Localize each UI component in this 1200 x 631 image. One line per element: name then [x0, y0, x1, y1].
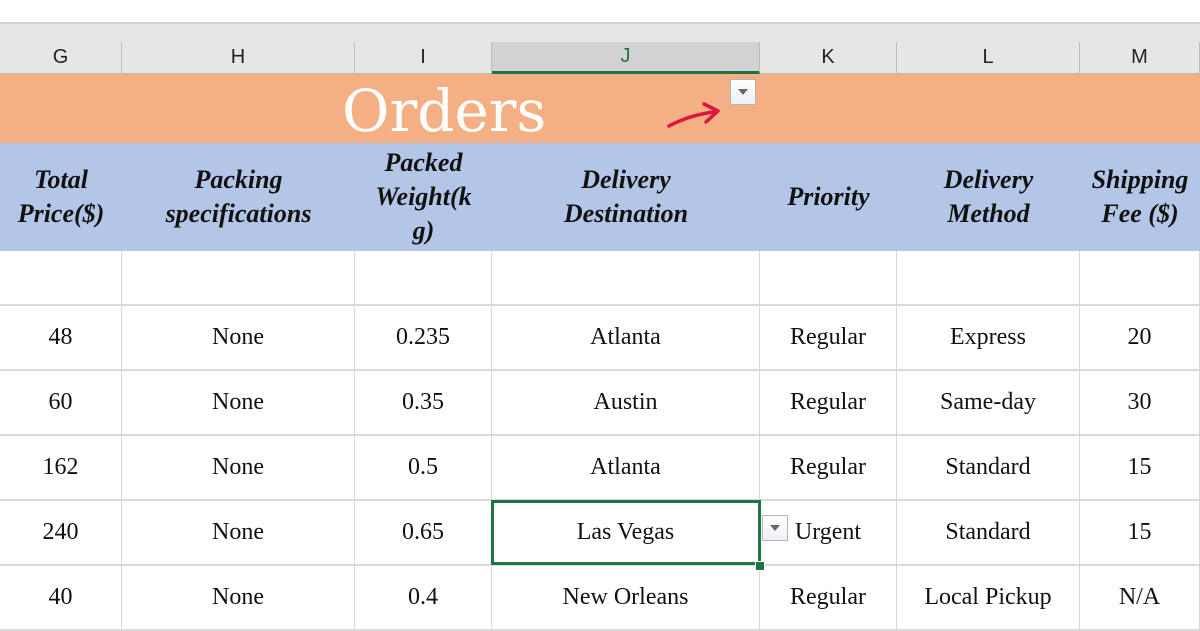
cell-shipping-fee[interactable]: 30	[1080, 371, 1200, 434]
cell-delivery-method[interactable]: Standard	[897, 501, 1080, 564]
column-header-l[interactable]: L	[897, 42, 1080, 74]
cell-shipping-fee[interactable]	[1080, 251, 1200, 304]
cell-total-price[interactable]: 48	[0, 306, 122, 369]
cell-delivery-destination[interactable]: Atlanta	[492, 306, 760, 369]
dropdown-arrow-icon	[770, 525, 780, 531]
cell-delivery-method[interactable]: Standard	[897, 436, 1080, 499]
cell-delivery-destination[interactable]: Austin	[492, 371, 760, 434]
cell-packed-weight[interactable]: 0.65	[355, 501, 492, 564]
cell-packing-specifications[interactable]: None	[122, 436, 355, 499]
table-row: 60 None 0.35 Austin Regular Same-day 30	[0, 371, 1200, 436]
header-total-price[interactable]: Total Price($)	[0, 143, 122, 251]
cell-delivery-destination[interactable]	[492, 251, 760, 304]
header-packed-weight[interactable]: Packed Weight(k g)	[355, 143, 492, 251]
cell-packing-specifications[interactable]	[122, 251, 355, 304]
title-row: Orders	[0, 74, 1200, 145]
table-row: 162 None 0.5 Atlanta Regular Standard 15	[0, 436, 1200, 501]
table-row: 40 None 0.4 New Orleans Regular Local Pickup N…	[0, 566, 1200, 631]
selected-cell[interactable]: Las Vegas	[491, 500, 761, 565]
cell-priority[interactable]: Regular	[760, 306, 897, 369]
cell-delivery-method[interactable]	[897, 251, 1080, 304]
filter-dropdown-button[interactable]	[730, 79, 756, 105]
cell-shipping-fee[interactable]: 20	[1080, 306, 1200, 369]
cell-total-price[interactable]: 60	[0, 371, 122, 434]
cell-total-price[interactable]	[0, 251, 122, 304]
header-shipping-fee[interactable]: Shipping Fee ($)	[1080, 143, 1200, 251]
cell-priority[interactable]: Regular	[760, 371, 897, 434]
table-row	[0, 251, 1200, 306]
cell-delivery-destination[interactable]: Atlanta	[492, 436, 760, 499]
table-row: 240 None 0.65 Las Vegas Urgent Standard 15	[0, 500, 1200, 571]
table-row: 48 None 0.235 Atlanta Regular Express 20	[0, 306, 1200, 371]
cell-packed-weight[interactable]: 0.235	[355, 306, 492, 369]
cell-packed-weight[interactable]	[355, 251, 492, 304]
column-header-m[interactable]: M	[1080, 42, 1200, 74]
cell-priority[interactable]: Regular	[760, 436, 897, 499]
column-header-i[interactable]: I	[355, 42, 492, 74]
column-header-g[interactable]: G	[0, 42, 122, 74]
cell-shipping-fee[interactable]: 15	[1080, 436, 1200, 499]
cell-priority[interactable]	[760, 251, 897, 304]
header-delivery-destination[interactable]: Delivery Destination	[492, 143, 760, 251]
header-packing-specifications[interactable]: Packing specifications	[122, 143, 355, 251]
dropdown-arrow-icon	[738, 89, 748, 95]
cell-delivery-method[interactable]: Same-day	[897, 371, 1080, 434]
fill-handle[interactable]	[755, 561, 765, 571]
header-priority[interactable]: Priority	[760, 143, 897, 251]
cell-packing-specifications[interactable]: None	[122, 501, 355, 564]
column-header-bar: GHIJKLM	[0, 22, 1200, 74]
header-delivery-method[interactable]: Delivery Method	[897, 143, 1080, 251]
cell-total-price[interactable]: 162	[0, 436, 122, 499]
cell-shipping-fee[interactable]: 15	[1080, 501, 1200, 564]
cell-dropdown-button[interactable]	[762, 515, 788, 541]
column-header-k[interactable]: K	[760, 42, 897, 74]
cell-packed-weight[interactable]: 0.35	[355, 371, 492, 434]
cell-packing-specifications[interactable]: None	[122, 371, 355, 434]
sheet-title: Orders	[342, 77, 547, 145]
cell-packed-weight[interactable]: 0.5	[355, 436, 492, 499]
column-header-h[interactable]: H	[122, 42, 355, 74]
column-header-j[interactable]: J	[492, 42, 760, 74]
cell-total-price[interactable]: 240	[0, 501, 122, 564]
spreadsheet: GHIJKLM Orders Total Price($) Packing spe…	[0, 22, 1200, 631]
red-arrow-icon	[667, 102, 720, 128]
cell-packing-specifications[interactable]: None	[122, 306, 355, 369]
table-header-row: Total Price($) Packing specifications Pack…	[0, 143, 1200, 251]
cell-delivery-method[interactable]: Express	[897, 306, 1080, 369]
